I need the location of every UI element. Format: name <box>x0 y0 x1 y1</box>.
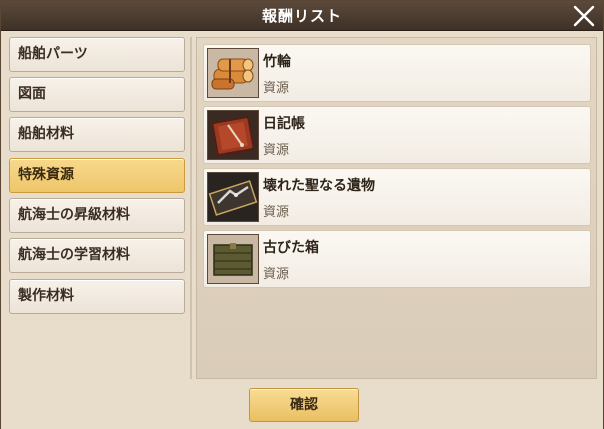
reward-type: 資源 <box>263 81 290 96</box>
content-area: 船舶パーツ 図面 船舶材料 特殊資源 航海士の昇級材料 航海士の学習材料 製作材… <box>1 32 603 429</box>
reward-name: 壊れた聖なる遺物 <box>263 178 375 194</box>
reward-row[interactable]: 壊れた聖なる遺物 資源 <box>203 168 591 226</box>
window-title: 報酬リスト <box>261 7 342 25</box>
reward-row[interactable]: 日記帳 資源 <box>203 106 591 164</box>
reward-name: 古びた箱 <box>263 240 319 256</box>
sidebar-item-label: 航海士の学習材料 <box>18 247 130 263</box>
reward-type: 資源 <box>263 205 290 220</box>
category-sidebar: 船舶パーツ 図面 船舶材料 特殊資源 航海士の昇級材料 航海士の学習材料 製作材… <box>9 37 185 379</box>
sidebar-item-ship-parts[interactable]: 船舶パーツ <box>9 37 185 72</box>
reward-list-window: 報酬リスト 船舶パーツ 図面 船舶材料 特殊資源 航海士の昇級材料 航海士の学習… <box>0 0 604 429</box>
diary-icon <box>207 110 259 160</box>
sidebar-item-label: 航海士の昇級材料 <box>18 207 130 223</box>
sidebar-item-label: 図面 <box>18 86 46 102</box>
confirm-label: 確認 <box>290 397 318 413</box>
divider <box>190 37 192 379</box>
sidebar-item-special-resources[interactable]: 特殊資源 <box>9 158 185 193</box>
sidebar-item-label: 特殊資源 <box>18 167 74 183</box>
sidebar-item-navigator-promotion[interactable]: 航海士の昇級材料 <box>9 198 185 233</box>
sidebar-item-ship-materials[interactable]: 船舶材料 <box>9 117 185 152</box>
sidebar-item-label: 船舶材料 <box>18 126 74 142</box>
confirm-button[interactable]: 確認 <box>249 388 359 422</box>
close-icon <box>573 5 595 27</box>
old-crate-icon <box>207 234 259 284</box>
reward-row[interactable]: 古びた箱 資源 <box>203 230 591 288</box>
title-bar: 報酬リスト <box>1 1 603 31</box>
bamboo-bundle-icon <box>207 48 259 98</box>
reward-name: 竹輪 <box>263 54 291 70</box>
reward-type: 資源 <box>263 143 290 158</box>
sidebar-item-label: 製作材料 <box>18 288 74 304</box>
sidebar-item-blueprints[interactable]: 図面 <box>9 77 185 112</box>
sidebar-item-label: 船舶パーツ <box>18 46 88 62</box>
broken-relic-icon <box>207 172 259 222</box>
sidebar-item-navigator-study[interactable]: 航海士の学習材料 <box>9 238 185 273</box>
close-button[interactable] <box>571 3 597 29</box>
reward-type: 資源 <box>263 267 290 282</box>
reward-list-panel: 竹輪 資源 日記帳 資源 壊れた聖なる遺物 資源 古びた箱 資源 <box>196 37 597 379</box>
reward-name: 日記帳 <box>263 116 305 132</box>
sidebar-item-crafting-materials[interactable]: 製作材料 <box>9 279 185 314</box>
reward-row[interactable]: 竹輪 資源 <box>203 44 591 102</box>
